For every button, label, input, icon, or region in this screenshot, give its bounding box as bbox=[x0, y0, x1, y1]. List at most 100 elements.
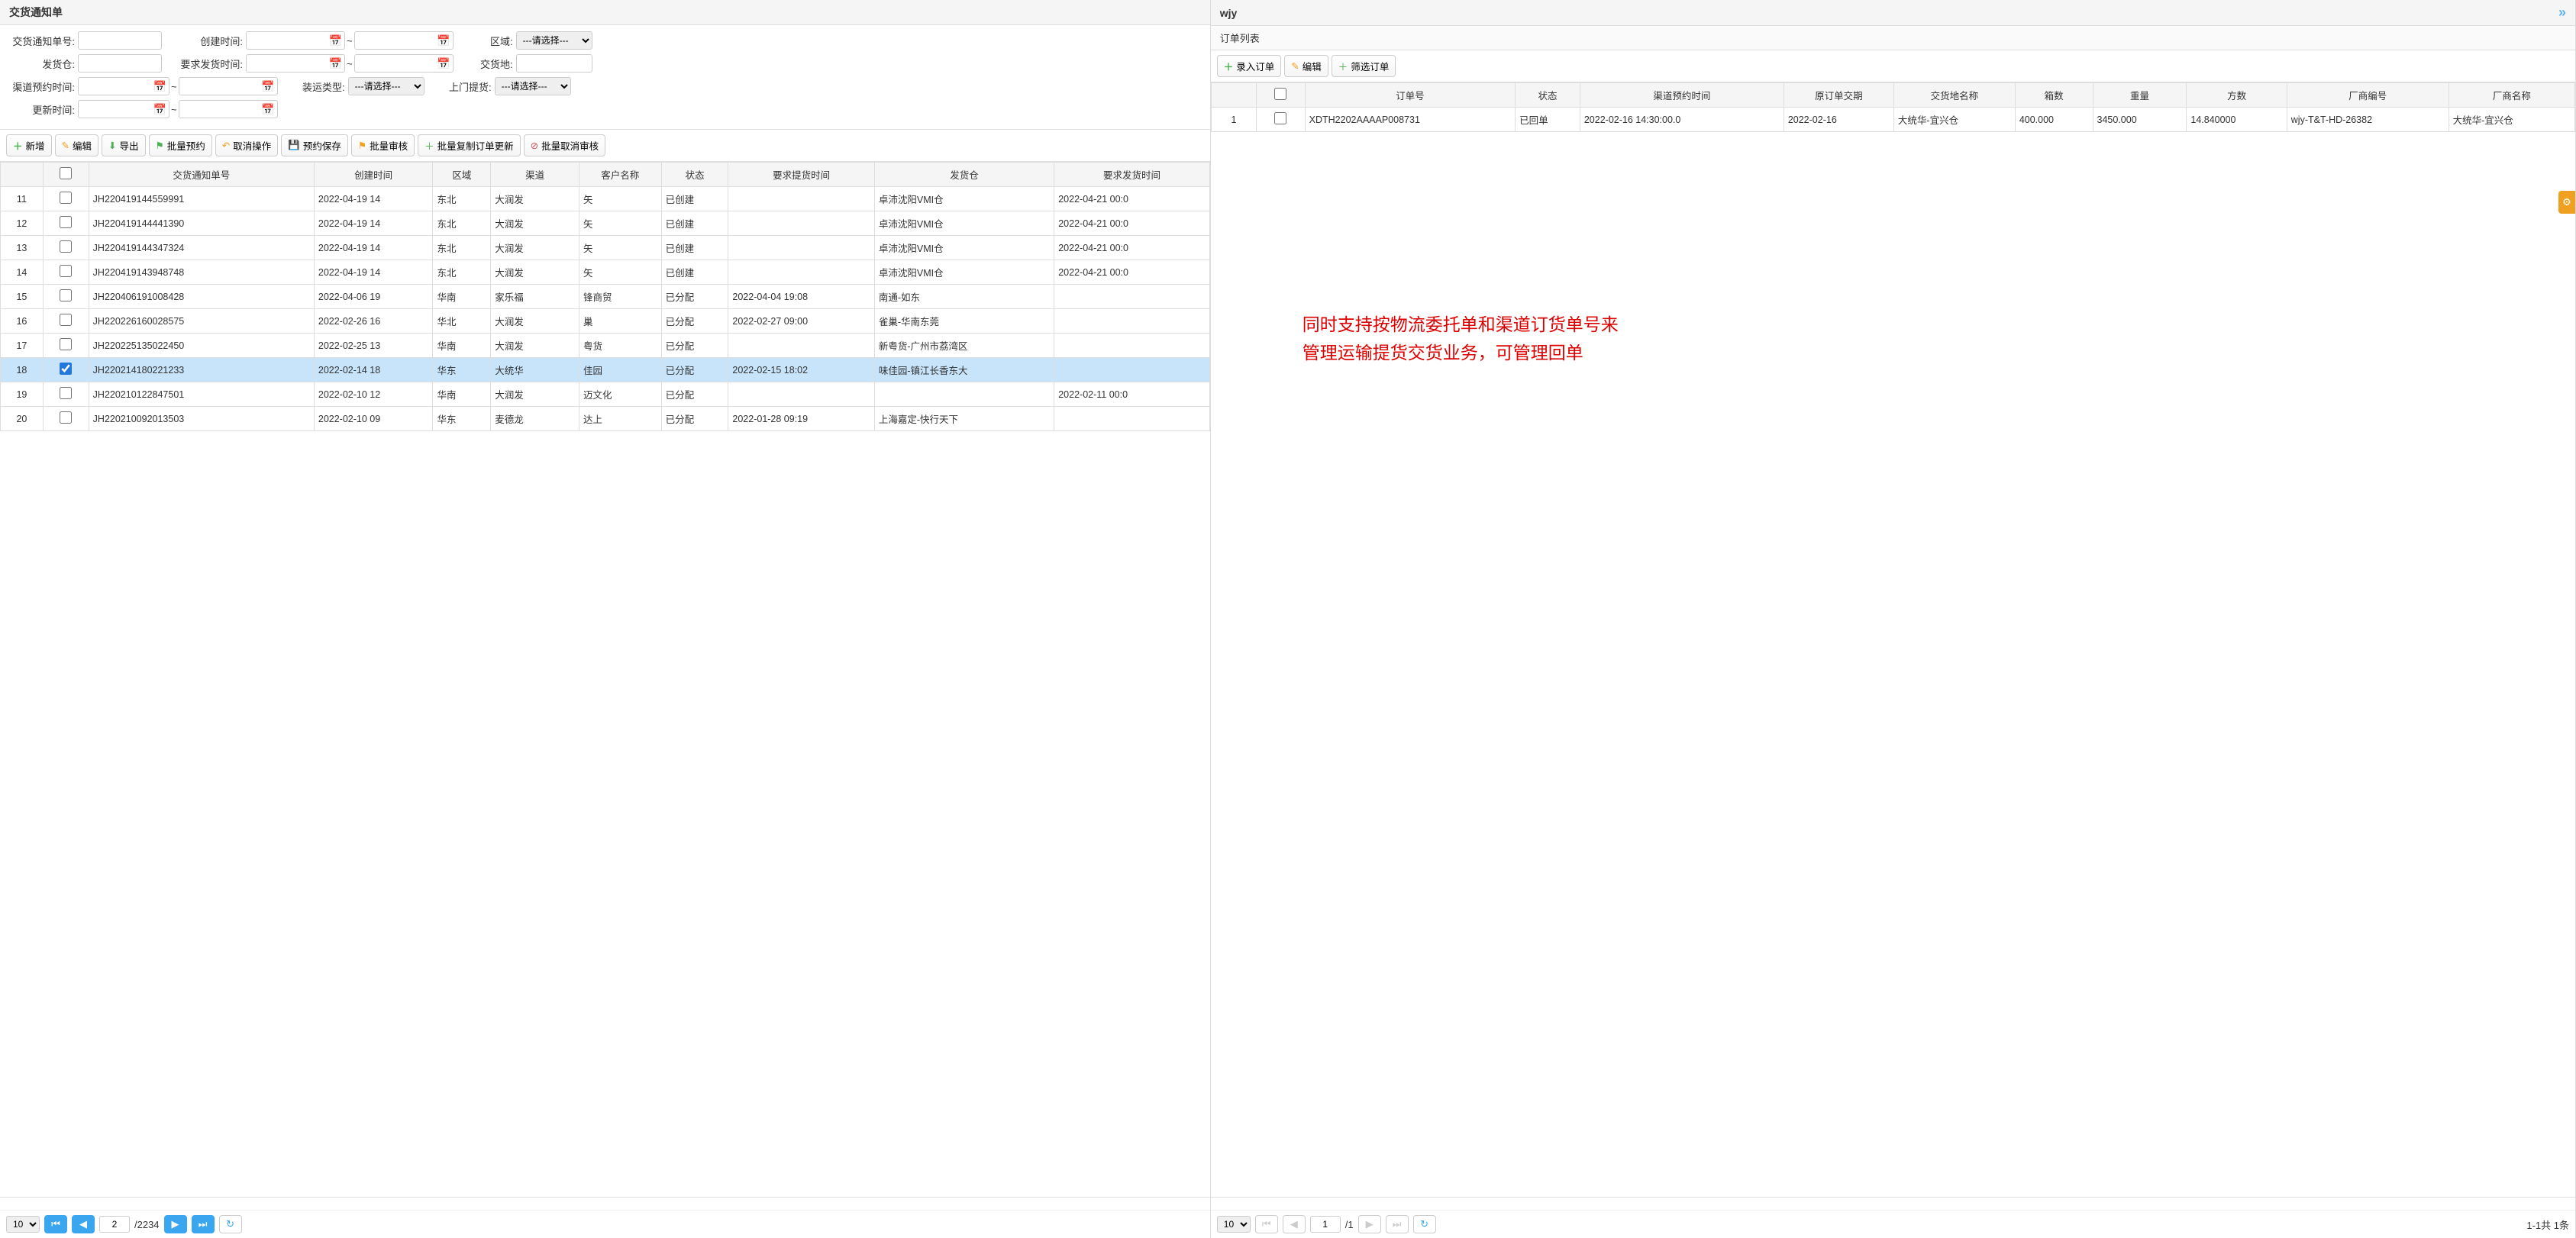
table-row[interactable]: 15JH2204061910084282022-04-06 19华南家乐福锋商贸… bbox=[1, 285, 1210, 309]
refresh-button[interactable]: ↻ bbox=[219, 1215, 242, 1233]
input-req-to[interactable] bbox=[354, 54, 454, 73]
prev-page-button[interactable]: ◀ bbox=[1283, 1215, 1306, 1233]
left-col-header[interactable]: 客户名称 bbox=[579, 163, 661, 187]
side-settings-tab[interactable]: ⚙ bbox=[2558, 191, 2575, 214]
right-table-wrap[interactable]: 订单号状态渠道预约时间原订单交期交货地名称箱数重量方数厂商编号厂商名称 1XDT… bbox=[1211, 82, 2575, 1198]
table-row[interactable]: 12JH2204191444413902022-04-19 14东北大润发矢已创… bbox=[1, 211, 1210, 236]
row-checkbox[interactable] bbox=[1274, 112, 1286, 124]
table-row[interactable]: 18JH2202141802212332022-02-14 18华东大统华佳园已… bbox=[1, 358, 1210, 382]
row-checkbox[interactable] bbox=[60, 338, 72, 350]
input-delivery-loc[interactable] bbox=[516, 54, 592, 73]
left-col-header[interactable]: 状态 bbox=[661, 163, 728, 187]
right-col-header[interactable]: 交货地名称 bbox=[1893, 83, 2015, 108]
left-table-wrap[interactable]: 交货通知单号创建时间区域渠道客户名称状态要求提货时间发货仓要求发货时间 11JH… bbox=[0, 162, 1210, 1198]
table-row[interactable]: 19JH2202101228475012022-02-10 12华南大润发迈文化… bbox=[1, 382, 1210, 407]
page-input[interactable] bbox=[99, 1216, 130, 1233]
edit-button[interactable]: ✎编辑 bbox=[55, 134, 99, 156]
edit-order-button[interactable]: ✎编辑 bbox=[1284, 55, 1328, 77]
left-col-header[interactable]: 渠道 bbox=[491, 163, 579, 187]
table-row[interactable]: 17JH2202251350224502022-02-25 13华南大润发粤货已… bbox=[1, 334, 1210, 358]
select-load-type[interactable]: ---请选择--- bbox=[348, 77, 424, 95]
row-checkbox[interactable] bbox=[60, 411, 72, 424]
select-door-pickup[interactable]: ---请选择--- bbox=[495, 77, 571, 95]
table-row[interactable]: 20JH2202100920135032022-02-10 09华东麦德龙达上已… bbox=[1, 407, 1210, 431]
left-col-header[interactable]: 区域 bbox=[433, 163, 491, 187]
row-checkbox-cell bbox=[43, 358, 89, 382]
first-page-button[interactable]: ⏮ bbox=[44, 1215, 67, 1233]
right-hscroll[interactable] bbox=[1211, 1198, 2575, 1210]
row-checkbox[interactable] bbox=[60, 363, 72, 375]
left-col-header[interactable]: 创建时间 bbox=[314, 163, 433, 187]
right-col-header[interactable]: 渠道预约时间 bbox=[1580, 83, 1784, 108]
filter-order-button[interactable]: ＋筛选订单 bbox=[1332, 55, 1396, 77]
enter-order-button[interactable]: ＋录入订单 bbox=[1217, 55, 1282, 77]
input-reserve-to[interactable] bbox=[179, 77, 278, 95]
row-checkbox[interactable] bbox=[60, 289, 72, 301]
batch-reserve-button[interactable]: ⚑批量预约 bbox=[149, 134, 212, 156]
right-col-header[interactable]: 原订单交期 bbox=[1784, 83, 1893, 108]
row-checkbox[interactable] bbox=[60, 216, 72, 228]
left-col-header[interactable]: 发货仓 bbox=[874, 163, 1054, 187]
pre-save-button[interactable]: 💾预约保存 bbox=[281, 134, 348, 156]
right-col-header[interactable] bbox=[1211, 83, 1256, 108]
page-input[interactable] bbox=[1310, 1216, 1341, 1233]
collapse-icon[interactable]: » bbox=[2558, 5, 2566, 21]
add-button[interactable]: ＋新增 bbox=[6, 134, 52, 156]
table-row[interactable]: 16JH2202261600285752022-02-26 16华北大润发巢已分… bbox=[1, 309, 1210, 334]
left-col-header[interactable] bbox=[1, 163, 44, 187]
cell-status: 已分配 bbox=[661, 382, 728, 407]
input-update-from[interactable] bbox=[78, 100, 169, 118]
page-size-select[interactable]: 10 bbox=[1217, 1216, 1251, 1233]
table-row[interactable]: 13JH2204191443473242022-04-19 14东北大润发矢已创… bbox=[1, 236, 1210, 260]
table-row[interactable]: 11JH2204191445599912022-04-19 14东北大润发矢已创… bbox=[1, 187, 1210, 211]
left-col-header[interactable]: 要求发货时间 bbox=[1054, 163, 1210, 187]
cell-req-ship bbox=[1054, 285, 1210, 309]
select-all-checkbox[interactable] bbox=[60, 167, 72, 179]
next-page-button[interactable]: ▶ bbox=[164, 1215, 187, 1233]
right-subtitle: 订单列表 bbox=[1211, 26, 2575, 50]
last-page-button[interactable]: ⏭ bbox=[192, 1215, 215, 1233]
right-col-header[interactable]: 重量 bbox=[2093, 83, 2187, 108]
page-size-select[interactable]: 10 bbox=[6, 1216, 40, 1233]
select-all-checkbox[interactable] bbox=[1274, 88, 1286, 100]
first-page-button[interactable]: ⏮ bbox=[1255, 1215, 1278, 1233]
left-hscroll[interactable] bbox=[0, 1198, 1210, 1210]
right-col-header[interactable]: 方数 bbox=[2187, 83, 2287, 108]
plus-icon: ＋ bbox=[1338, 59, 1348, 73]
export-button[interactable]: ⬇导出 bbox=[102, 134, 146, 156]
refresh-button[interactable]: ↻ bbox=[1413, 1215, 1436, 1233]
right-col-header[interactable]: 状态 bbox=[1516, 83, 1580, 108]
input-create-to[interactable] bbox=[354, 31, 454, 50]
cancel-op-button[interactable]: ↶取消操作 bbox=[215, 134, 279, 156]
right-col-header[interactable]: 厂商编号 bbox=[2287, 83, 2448, 108]
cell-customer: 佳园 bbox=[579, 358, 661, 382]
table-row[interactable]: 1XDTH2202AAAAP008731已回单2022-02-16 14:30:… bbox=[1211, 108, 2574, 132]
input-update-to[interactable] bbox=[179, 100, 278, 118]
input-warehouse[interactable] bbox=[78, 54, 162, 73]
row-checkbox[interactable] bbox=[60, 265, 72, 277]
row-checkbox[interactable] bbox=[60, 387, 72, 399]
left-col-header[interactable]: 要求提货时间 bbox=[728, 163, 874, 187]
batch-review-button[interactable]: ⚑批量审核 bbox=[351, 134, 415, 156]
right-col-header[interactable]: 箱数 bbox=[2015, 83, 2093, 108]
input-notice-no[interactable] bbox=[78, 31, 162, 50]
next-page-button[interactable]: ▶ bbox=[1358, 1215, 1381, 1233]
input-req-from[interactable] bbox=[246, 54, 345, 73]
right-col-header[interactable]: 订单号 bbox=[1305, 83, 1515, 108]
row-checkbox[interactable] bbox=[60, 314, 72, 326]
right-col-header[interactable]: 厂商名称 bbox=[2448, 83, 2574, 108]
select-region[interactable]: ---请选择--- bbox=[516, 31, 592, 50]
prev-page-button[interactable]: ◀ bbox=[72, 1215, 95, 1233]
row-checkbox[interactable] bbox=[60, 240, 72, 253]
cell-req-pickup: 2022-01-28 09:19 bbox=[728, 407, 874, 431]
right-col-header[interactable] bbox=[1257, 83, 1306, 108]
input-create-from[interactable] bbox=[246, 31, 345, 50]
batch-copy-button[interactable]: ＋批量复制订单更新 bbox=[418, 134, 521, 156]
left-col-header[interactable] bbox=[43, 163, 89, 187]
last-page-button[interactable]: ⏭ bbox=[1386, 1215, 1409, 1233]
input-reserve-from[interactable] bbox=[78, 77, 169, 95]
left-col-header[interactable]: 交货通知单号 bbox=[89, 163, 314, 187]
table-row[interactable]: 14JH2204191439487482022-04-19 14东北大润发矢已创… bbox=[1, 260, 1210, 285]
row-checkbox[interactable] bbox=[60, 192, 72, 204]
batch-cancel-button[interactable]: ⊘批量取消审核 bbox=[524, 134, 606, 156]
